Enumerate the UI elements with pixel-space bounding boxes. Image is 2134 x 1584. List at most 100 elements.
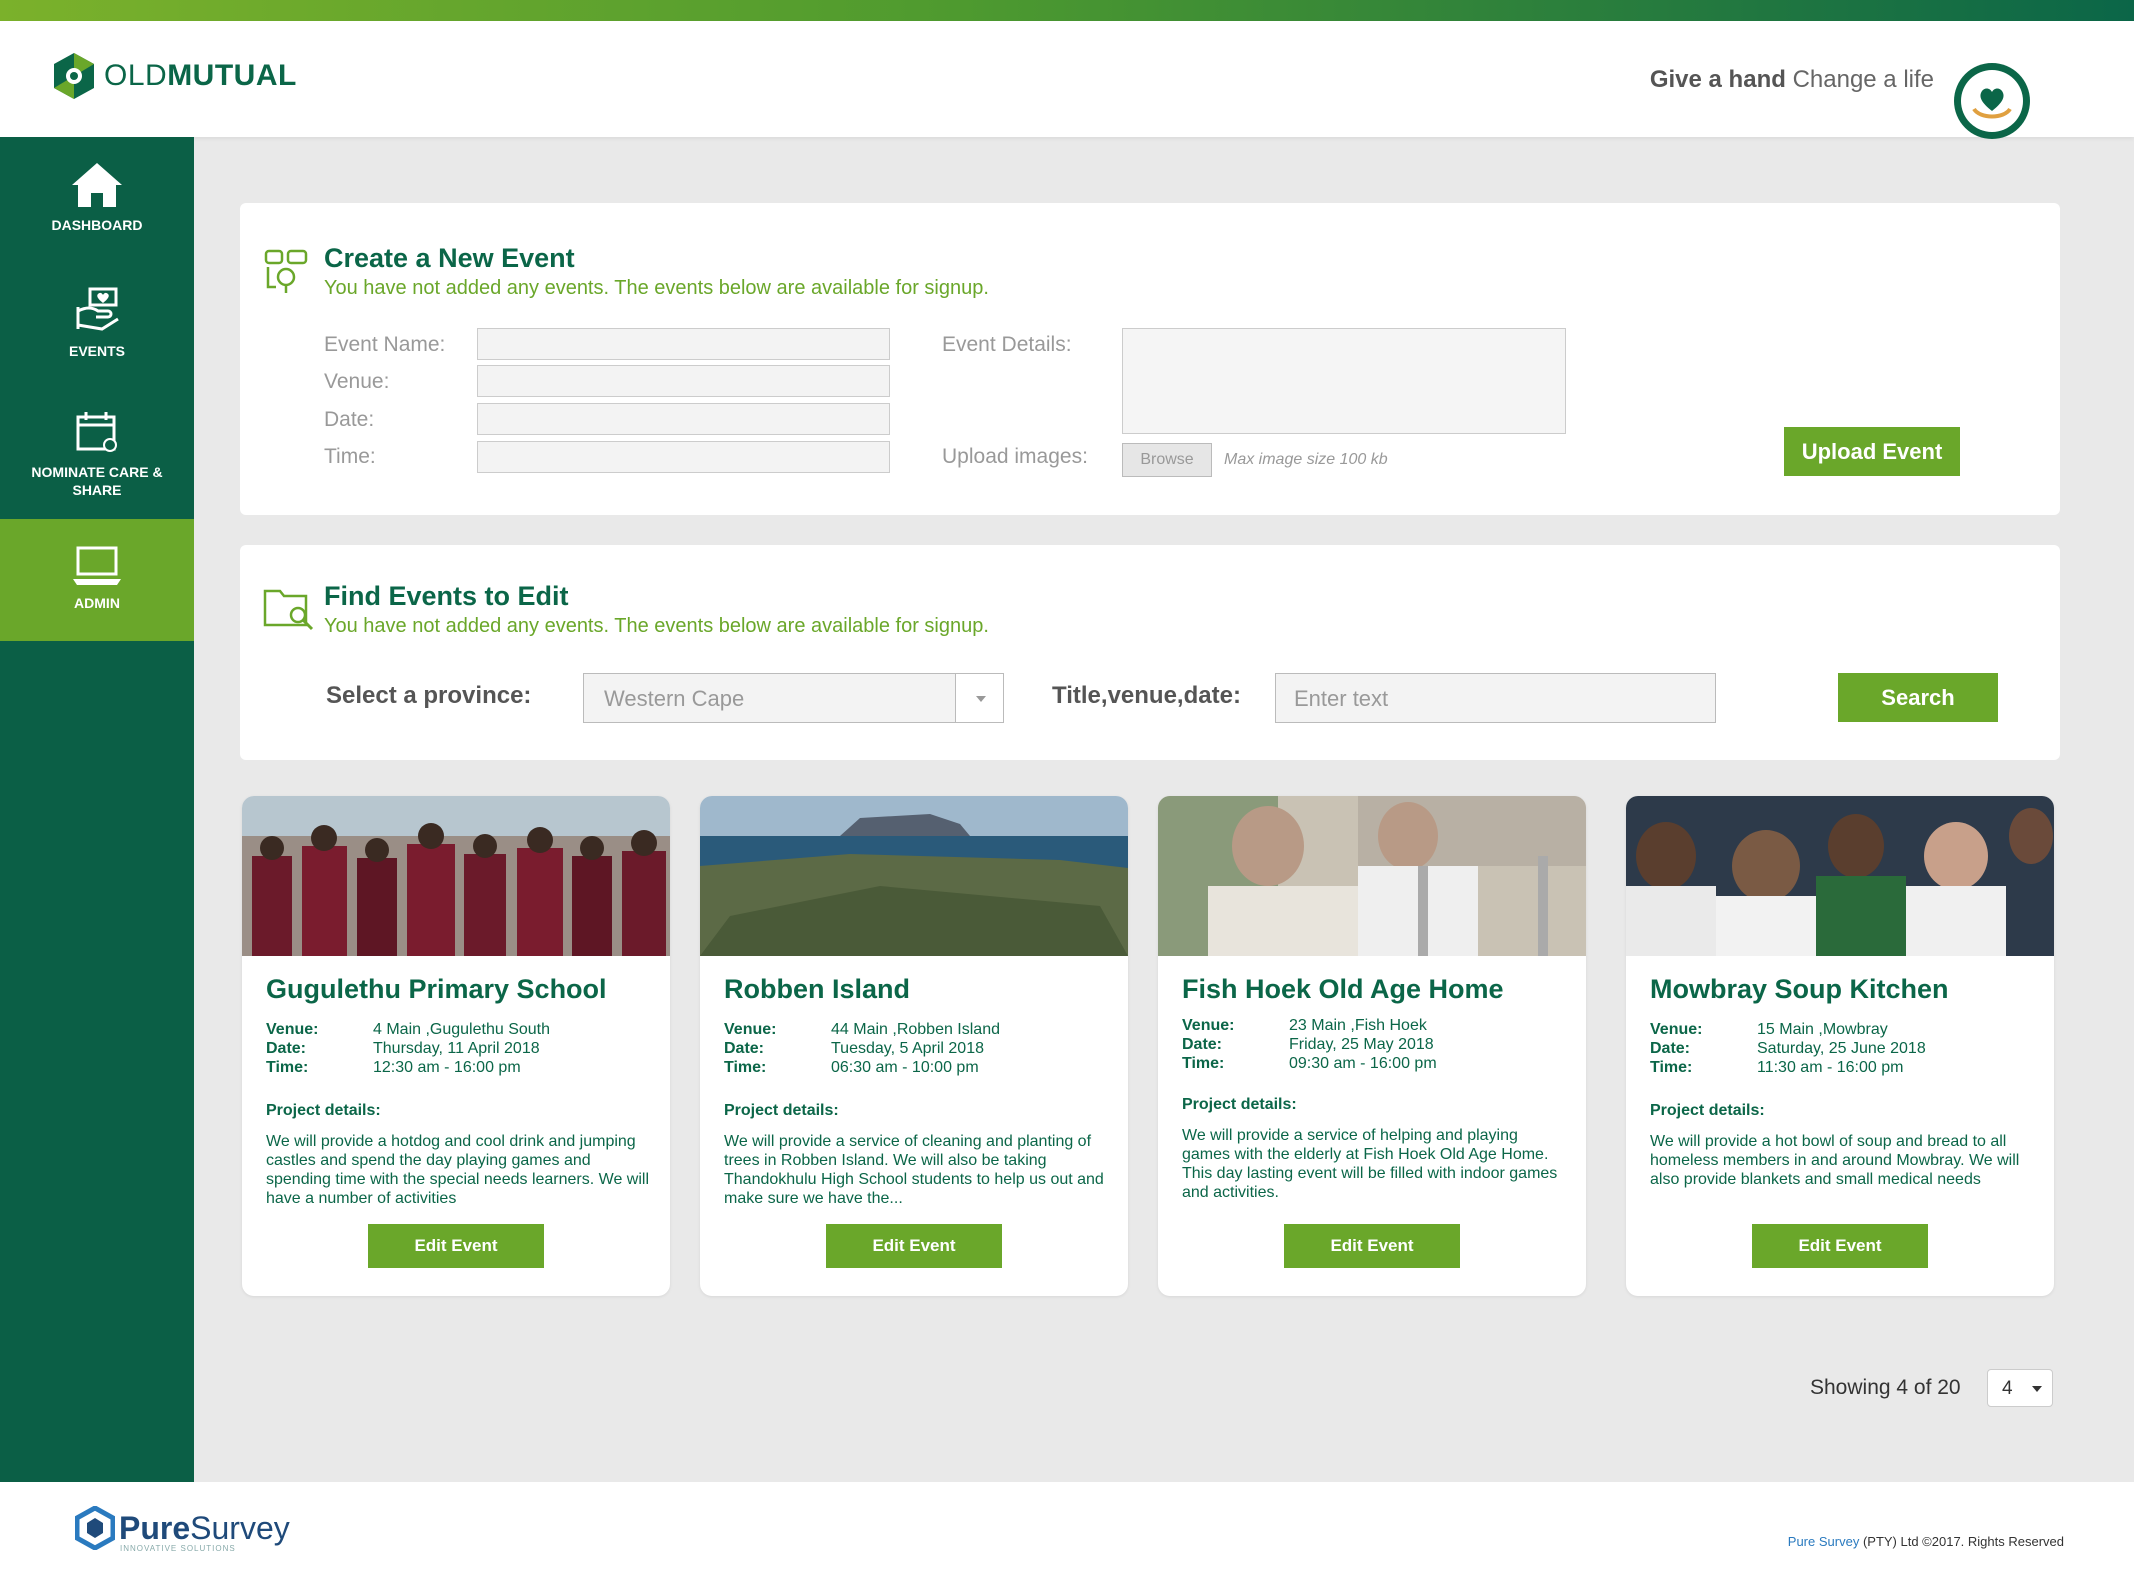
- event-card-meta: Venue: 44 Main ,Robben Island Date: Tuesda…: [724, 1020, 1000, 1077]
- event-details-textarea[interactable]: [1122, 328, 1566, 434]
- pagination-status: Showing 4 of 20: [1810, 1376, 1961, 1399]
- date-key: Date:: [266, 1040, 307, 1057]
- logo-wordmark-part2: MUTUAL: [167, 59, 297, 92]
- project-details-text: We will provide a service of cleaning an…: [724, 1133, 1104, 1207]
- footer: PureSurvey INNOVATIVE SOLUTIONS Pure Sur…: [0, 1482, 2134, 1584]
- time-input[interactable]: [477, 441, 890, 473]
- give-a-hand-seal-icon: [1954, 63, 2030, 139]
- time-key: Time:: [266, 1059, 309, 1076]
- time-key: Time:: [1182, 1055, 1225, 1072]
- event-card: Fish Hoek Old Age Home Venue: 23 Main ,Fi…: [1158, 796, 1586, 1296]
- copyright-brand-link[interactable]: Pure Survey: [1788, 1534, 1860, 1549]
- province-label: Select a province:: [326, 682, 532, 709]
- search-button[interactable]: Search: [1838, 673, 1998, 722]
- sidebar-item-label: NOMINATE CARE & SHARE: [31, 464, 163, 498]
- venue-input[interactable]: [477, 365, 890, 397]
- sidebar-item-label: ADMIN: [74, 595, 120, 611]
- time-value: 11:30 am - 16:00 pm: [1757, 1059, 1904, 1076]
- slogan: Give a hand Change a life: [1650, 66, 1934, 94]
- event-card-title: Robben Island: [724, 974, 911, 1004]
- event-details-label: Event Details:: [942, 333, 1072, 356]
- logo-pure-text: Pure: [119, 1509, 191, 1546]
- date-value: Thursday, 11 April 2018: [373, 1040, 540, 1057]
- copyright-text: (PTY) Ltd ©2017. Rights Reserved: [1859, 1534, 2064, 1549]
- time-value: 09:30 am - 16:00 pm: [1289, 1055, 1437, 1072]
- event-card-meta: Venue: 4 Main ,Gugulethu South Date: Thurs…: [266, 1020, 550, 1077]
- sidebar-item-admin[interactable]: ADMIN: [0, 519, 194, 641]
- pure-survey-logo-icon: [75, 1506, 115, 1550]
- upload-images-label: Upload images:: [942, 445, 1088, 468]
- venue-value: 4 Main ,Gugulethu South: [373, 1021, 551, 1038]
- time-value: 12:30 am - 16:00 pm: [373, 1059, 521, 1076]
- edit-event-button[interactable]: Edit Event: [1284, 1224, 1460, 1268]
- date-value: Saturday, 25 June 2018: [1757, 1040, 1926, 1057]
- event-image: [1626, 796, 2054, 956]
- event-image: [242, 796, 670, 956]
- project-details-text: We will provide a hot bowl of soup and b…: [1650, 1133, 2020, 1188]
- find-events-title: Find Events to Edit: [324, 581, 569, 611]
- time-key: Time:: [1650, 1059, 1693, 1076]
- per-page-select[interactable]: 4: [1987, 1369, 2053, 1407]
- date-input[interactable]: [477, 403, 890, 435]
- time-value: 06:30 am - 10:00 pm: [831, 1059, 979, 1076]
- events-hands-icon: [76, 287, 119, 331]
- event-image: [700, 796, 1128, 956]
- logo-wordmark: OLDMUTUAL: [104, 59, 297, 93]
- sidebar-item-label: EVENTS: [68, 343, 125, 359]
- venue-label: Venue:: [324, 370, 390, 393]
- create-event-panel: Create a New Event You have not added an…: [240, 203, 2060, 515]
- project-details-label: Project details:: [266, 1102, 381, 1119]
- venue-key: Venue:: [1182, 1017, 1235, 1034]
- venue-value: 44 Main ,Robben Island: [831, 1021, 1000, 1038]
- event-card-title: Fish Hoek Old Age Home: [1182, 974, 1504, 1004]
- venue-value: 15 Main ,Mowbray: [1757, 1021, 1888, 1038]
- project-details-label: Project details:: [1650, 1102, 1765, 1119]
- laptop-icon: [73, 546, 121, 585]
- venue-key: Venue:: [266, 1021, 319, 1038]
- chevron-down-icon: [2032, 1386, 2042, 1392]
- event-name-input[interactable]: [477, 328, 890, 360]
- create-event-subtitle: You have not added any events. The event…: [324, 277, 989, 299]
- event-image: [1158, 796, 1586, 956]
- project-details-label: Project details:: [724, 1102, 839, 1119]
- event-card-meta: Venue: 15 Main ,Mowbray Date: Saturday, 25…: [1650, 1020, 1926, 1077]
- sidebar-item-nominate[interactable]: NOMINATE CARE & SHARE: [0, 409, 194, 499]
- date-value: Tuesday, 5 April 2018: [831, 1040, 984, 1057]
- slogan-bold: Give a hand: [1649, 66, 1786, 93]
- venue-value: 23 Main ,Fish Hoek: [1289, 1017, 1427, 1034]
- search-placeholder: Enter text: [1294, 686, 1389, 711]
- top-accent-bar: [0, 0, 2134, 21]
- date-label: Date:: [324, 408, 375, 431]
- province-select[interactable]: Western Cape: [583, 673, 1004, 723]
- old-mutual-logo[interactable]: OLDMUTUAL: [50, 51, 297, 101]
- upload-event-button[interactable]: Upload Event: [1784, 427, 1960, 476]
- event-card-title: Mowbray Soup Kitchen: [1650, 974, 1949, 1004]
- search-input[interactable]: Enter text: [1275, 673, 1716, 723]
- edit-event-button[interactable]: Edit Event: [1752, 1224, 1928, 1268]
- sidebar-item-dashboard[interactable]: DASHBOARD: [0, 161, 194, 233]
- copyright: Pure Survey (PTY) Ltd ©2017. Rights Rese…: [1788, 1534, 2064, 1549]
- calendar-icon: [76, 412, 117, 452]
- project-details-text: We will provide a hotdog and cool drink …: [266, 1133, 650, 1207]
- edit-event-button[interactable]: Edit Event: [826, 1224, 1002, 1268]
- find-events-panel: Find Events to Edit You have not added a…: [240, 545, 2060, 760]
- edit-event-button[interactable]: Edit Event: [368, 1224, 544, 1268]
- create-event-icon: [264, 249, 308, 293]
- search-label: Title,venue,date:: [1052, 682, 1241, 709]
- sidebar: DASHBOARD EVENTS NOMINATE CARE & SHARE A…: [0, 137, 194, 1482]
- event-card: Gugulethu Primary School Venue: 4 Main ,G…: [242, 796, 670, 1296]
- event-card-title: Gugulethu Primary School: [266, 974, 607, 1004]
- home-icon: [72, 163, 122, 207]
- province-select-value: Western Cape: [604, 686, 745, 711]
- logo-tagline: INNOVATIVE SOLUTIONS: [120, 1544, 236, 1553]
- chevron-down-icon[interactable]: [955, 674, 1003, 722]
- time-key: Time:: [724, 1059, 767, 1076]
- event-card: Robben Island Venue: 44 Main ,Robben Isla…: [700, 796, 1128, 1296]
- date-key: Date:: [1182, 1036, 1223, 1053]
- header: OLDMUTUAL Give a hand Change a life: [0, 21, 2134, 139]
- time-label: Time:: [324, 445, 376, 468]
- project-details-text: We will provide a service of helping and…: [1182, 1127, 1558, 1201]
- sidebar-item-events[interactable]: EVENTS: [0, 285, 194, 359]
- event-card: Mowbray Soup Kitchen Venue: 15 Main ,Mowb…: [1626, 796, 2054, 1296]
- browse-button[interactable]: Browse: [1122, 443, 1212, 477]
